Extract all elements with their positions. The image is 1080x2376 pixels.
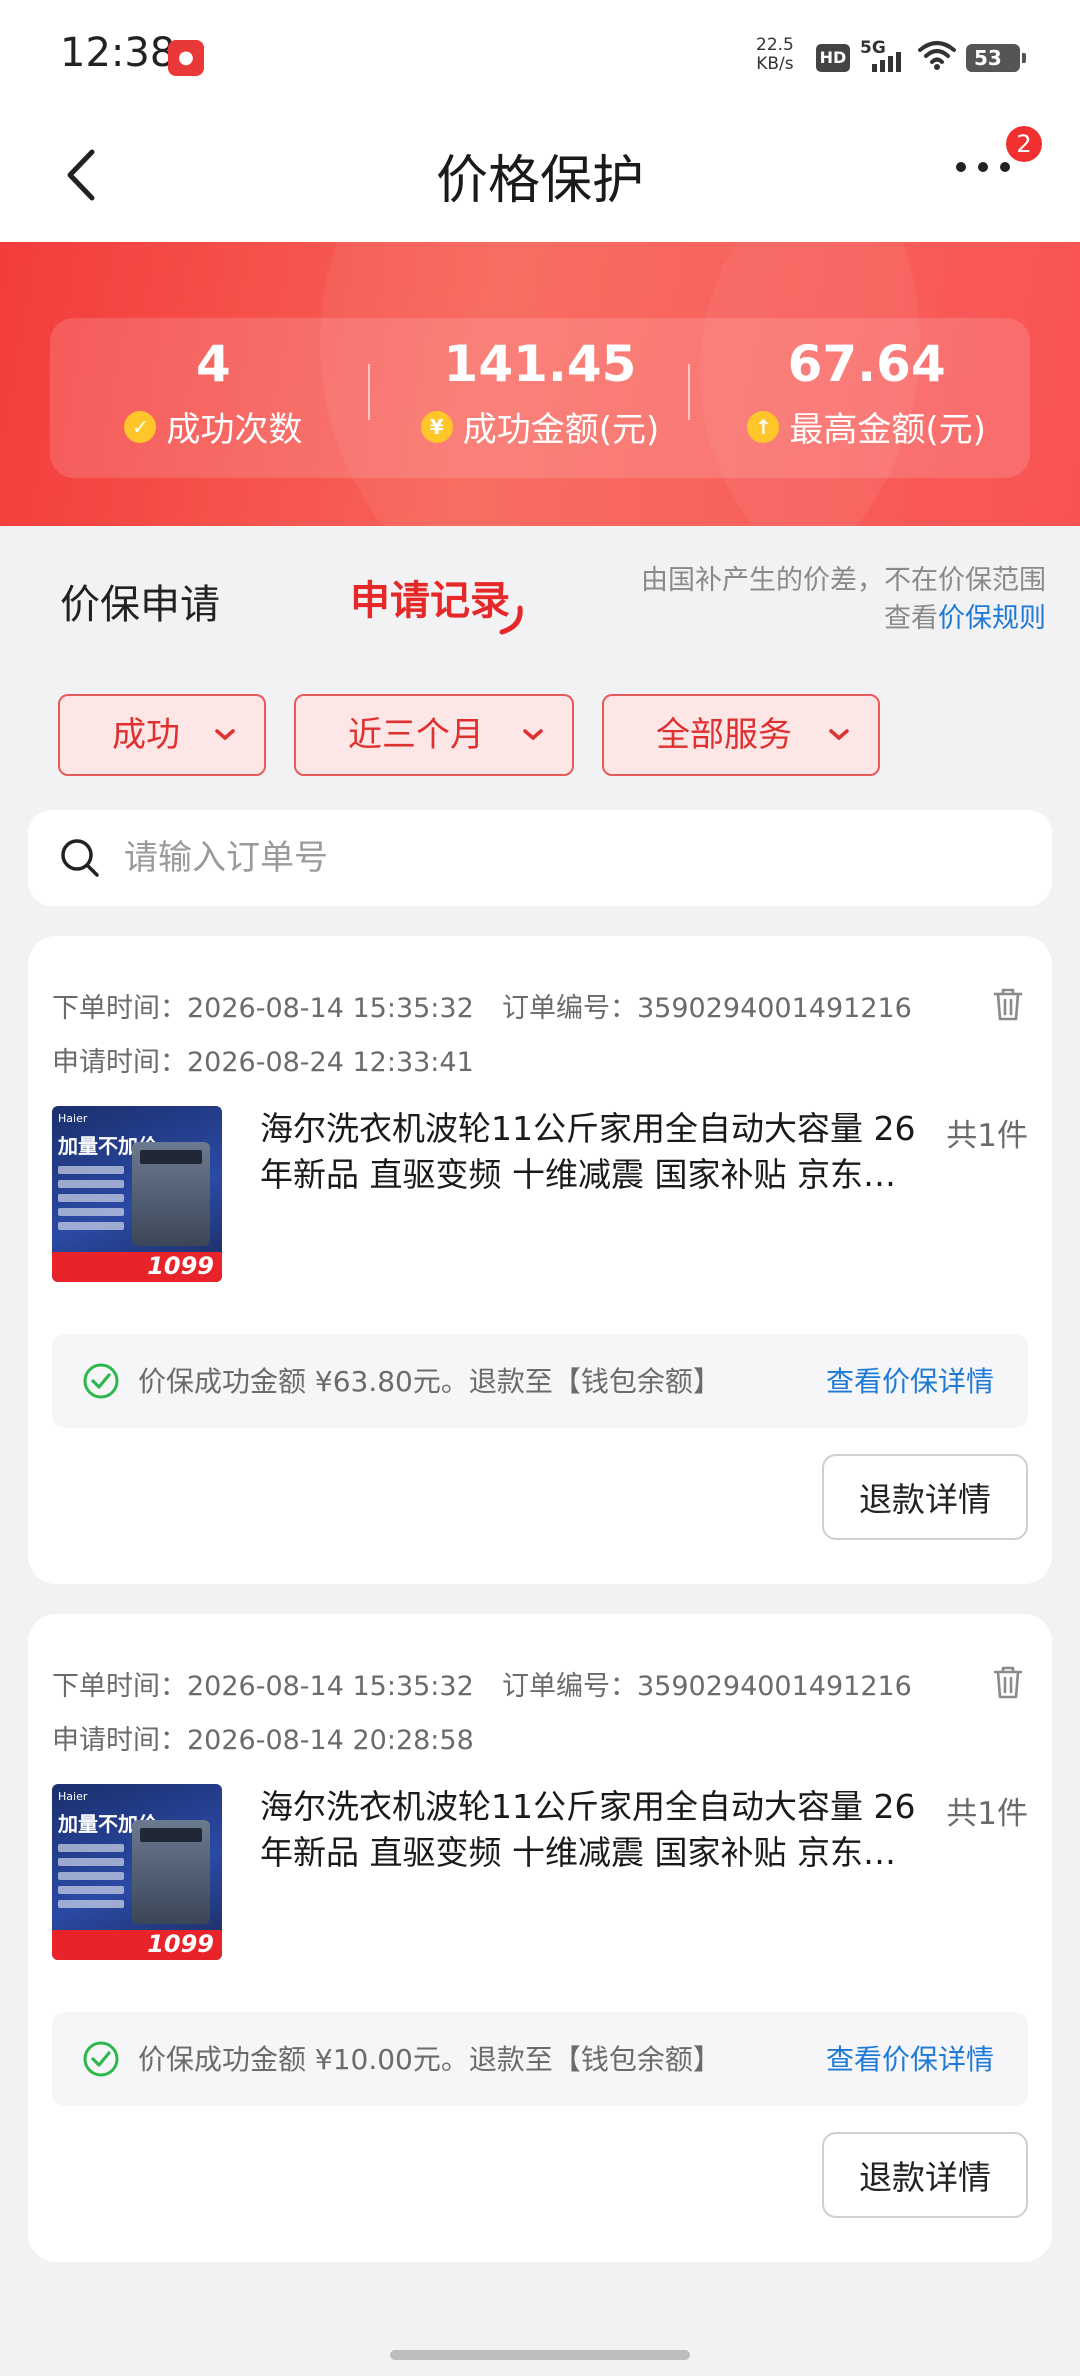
price-protect-result: 价保成功金额 ¥63.80元。退款至【钱包余额】 查看价保详情 bbox=[52, 1334, 1028, 1428]
stat-value: 141.45 bbox=[443, 335, 637, 393]
filter-label: 近三个月 bbox=[348, 715, 484, 755]
quantity: 共1件 bbox=[946, 1118, 1028, 1154]
product-title[interactable]: 海尔洗衣机波轮11公斤家用全自动大容量 26年新品 直驱变频 十维减震 国家补贴… bbox=[260, 1106, 920, 1198]
view-price-protect-detail-link[interactable]: 查看价保详情 bbox=[826, 1360, 994, 1400]
divider bbox=[688, 364, 690, 420]
order-number: 订单编号：3590294001491216 bbox=[502, 993, 912, 1024]
result-text: 价保成功金额 ¥10.00元。退款至【钱包余额】 bbox=[138, 2043, 721, 2076]
result-text: 价保成功金额 ¥63.80元。退款至【钱包余额】 bbox=[138, 1365, 721, 1398]
status-bar: 12:38 ● 22.5 KB/s HD 5G 53 bbox=[0, 0, 1080, 110]
stat-label: 最高金额(元) bbox=[789, 410, 986, 450]
order-time: 下单时间：2026-08-14 15:35:32 bbox=[52, 993, 474, 1024]
filter-status[interactable]: 成功 bbox=[58, 694, 266, 776]
network-speed-value: 22.5 bbox=[756, 35, 794, 55]
network-speed-unit: KB/s bbox=[756, 54, 794, 74]
thumb-brand: Haier bbox=[58, 1790, 88, 1803]
product-image[interactable]: Haier 加量不加价 1099 bbox=[52, 1784, 222, 1960]
stat-value: 67.64 bbox=[787, 335, 946, 393]
chevron-down-icon bbox=[523, 729, 543, 741]
notification-badge: 2 bbox=[1006, 126, 1042, 162]
status-time: 12:38 bbox=[60, 30, 176, 76]
price-rule-link[interactable]: 价保规则 bbox=[938, 603, 1046, 634]
view-price-protect-detail-link[interactable]: 查看价保详情 bbox=[826, 2038, 994, 2078]
trash-icon[interactable] bbox=[992, 1664, 1024, 1700]
check-icon: ✓ bbox=[124, 410, 157, 443]
battery-icon: 53 bbox=[966, 44, 1026, 72]
chevron-down-icon bbox=[829, 729, 849, 741]
refund-detail-button[interactable]: 退款详情 bbox=[822, 2132, 1028, 2218]
search-icon bbox=[61, 839, 99, 877]
yen-icon: ¥ bbox=[420, 410, 453, 443]
rule-note: 查看价保规则 bbox=[884, 596, 1046, 635]
page-title: 价格保护 bbox=[435, 151, 644, 211]
divider bbox=[368, 364, 370, 420]
price-protect-result: 价保成功金额 ¥10.00元。退款至【钱包余额】 查看价保详情 bbox=[52, 2012, 1028, 2106]
order-time: 下单时间：2026-08-14 15:35:32 bbox=[52, 1671, 474, 1702]
success-check-icon bbox=[83, 1363, 119, 1399]
stat-success-count: 4 ✓ 成功次数 bbox=[50, 318, 377, 478]
price-diff-note: 由国补产生的价差，不在价保范围 bbox=[641, 565, 1046, 596]
stat-value: 4 bbox=[195, 335, 231, 393]
hd-icon: HD bbox=[816, 44, 850, 72]
product-title[interactable]: 海尔洗衣机波轮11公斤家用全自动大容量 26年新品 直驱变频 十维减震 国家补贴… bbox=[260, 1784, 920, 1876]
tab-records[interactable]: 申请记录 bbox=[350, 568, 510, 626]
signal-icon bbox=[872, 52, 901, 72]
arrow-up-icon: ↑ bbox=[747, 410, 780, 443]
product-image[interactable]: Haier 加量不加价 1099 bbox=[52, 1106, 222, 1282]
chevron-down-icon bbox=[215, 729, 235, 741]
filter-label: 全部服务 bbox=[656, 715, 792, 755]
search-box bbox=[28, 810, 1052, 906]
home-indicator[interactable] bbox=[390, 2350, 690, 2360]
thumb-brand: Haier bbox=[58, 1112, 88, 1125]
tab-apply[interactable]: 价保申请 bbox=[60, 572, 220, 630]
stat-max-amount: 67.64 ↑ 最高金额(元) bbox=[703, 318, 1030, 478]
order-card: 下单时间：2026-08-14 15:35:32 订单编号：3590294001… bbox=[28, 1614, 1052, 2262]
apply-time: 申请时间：2026-08-24 12:33:41 bbox=[52, 1047, 474, 1078]
trash-icon[interactable] bbox=[992, 986, 1024, 1022]
tab-bar: 价保申请 申请记录 由国补产生的价差，不在价保范围 查看价保规则 bbox=[0, 526, 1080, 676]
success-check-icon bbox=[83, 2041, 119, 2077]
order-card: 下单时间：2026-08-14 15:35:32 订单编号：3590294001… bbox=[28, 936, 1052, 1584]
stat-label: 成功金额(元) bbox=[462, 410, 660, 450]
network-speed: 22.5 KB/s bbox=[756, 36, 794, 74]
order-number: 订单编号：3590294001491216 bbox=[502, 1671, 912, 1702]
tab-active-indicator bbox=[499, 605, 523, 635]
filter-time-range[interactable]: 近三个月 bbox=[294, 694, 574, 776]
stat-success-amount: 141.45 ¥ 成功金额(元) bbox=[377, 318, 704, 478]
filter-label: 成功 bbox=[112, 715, 180, 755]
more-icon[interactable] bbox=[956, 162, 1010, 172]
thumb-price: 1099 bbox=[147, 1930, 214, 1958]
filter-service[interactable]: 全部服务 bbox=[602, 694, 880, 776]
stat-label: 成功次数 bbox=[166, 410, 303, 450]
rule-note-prefix: 查看 bbox=[884, 603, 938, 634]
nav-bar: 价格保护 2 bbox=[0, 110, 1080, 242]
refund-detail-button[interactable]: 退款详情 bbox=[822, 1454, 1028, 1540]
quantity: 共1件 bbox=[946, 1796, 1028, 1832]
order-search-input[interactable] bbox=[124, 832, 1004, 884]
stats-card: 4 ✓ 成功次数 141.45 ¥ 成功金额(元) 67.64 ↑ 最高金额(元… bbox=[50, 318, 1030, 478]
thumb-price: 1099 bbox=[147, 1252, 214, 1280]
stats-banner: 4 ✓ 成功次数 141.45 ¥ 成功金额(元) 67.64 ↑ 最高金额(元… bbox=[0, 242, 1080, 526]
apply-time: 申请时间：2026-08-14 20:28:58 bbox=[52, 1725, 474, 1756]
app-notification-icon: ● bbox=[168, 40, 204, 76]
wifi-icon bbox=[918, 41, 956, 70]
